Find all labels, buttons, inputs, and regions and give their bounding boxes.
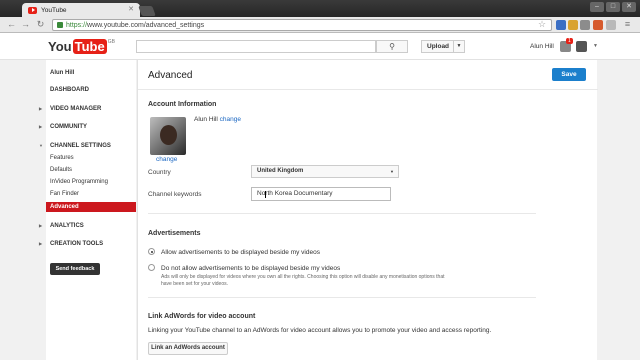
- extension-icon[interactable]: [580, 20, 590, 30]
- sidebar-label: VIDEO MANAGER: [50, 106, 102, 112]
- youtube-header: You Tube GB ⚲ Upload ▼ Alun Hill 1 ▼: [0, 33, 640, 60]
- browser-tab-bar: YouTube ✕ – □ ✕: [0, 0, 640, 17]
- chevron-down-icon: ▼: [390, 169, 394, 174]
- sidebar-subitem-defaults[interactable]: Defaults: [46, 165, 136, 175]
- chevron-down-icon[interactable]: ▼: [453, 41, 464, 52]
- account-chevron-icon[interactable]: ▼: [590, 41, 601, 52]
- sidebar-item-analytics[interactable]: ▶ ANALYTICS: [39, 221, 136, 231]
- channel-avatar: [150, 117, 186, 155]
- sidebar-item-video-manager[interactable]: ▶ VIDEO MANAGER: [39, 104, 136, 114]
- ads-disallow-label[interactable]: Do not allow advertisements to be displa…: [161, 265, 340, 272]
- url-text: www.youtube.com/advanced_settings: [87, 21, 205, 29]
- text-cursor-icon: [265, 191, 267, 198]
- ads-allow-radio[interactable]: [148, 248, 155, 255]
- close-window-icon[interactable]: ✕: [622, 2, 636, 12]
- header-user-name[interactable]: Alun Hill: [530, 43, 554, 50]
- search-input[interactable]: [136, 40, 376, 53]
- expand-arrow-icon: ▶: [39, 124, 43, 129]
- sidebar-item-community[interactable]: ▶ COMMUNITY: [39, 122, 136, 132]
- close-tab-icon[interactable]: ✕: [128, 5, 134, 13]
- logo-tube: Tube: [72, 39, 107, 54]
- extension-icon[interactable]: [556, 20, 566, 30]
- youtube-logo[interactable]: You Tube GB: [48, 39, 115, 54]
- url-scheme: https://: [66, 21, 88, 29]
- tab-title: YouTube: [41, 6, 67, 14]
- address-toolbar: ← → ↻ https://www.youtube.com/advanced_s…: [0, 17, 640, 33]
- extension-icon[interactable]: [568, 20, 578, 30]
- link-adwords-button[interactable]: Link an AdWords account: [148, 342, 228, 355]
- sidebar-user-name[interactable]: Alun Hill: [46, 68, 136, 78]
- ads-heading: Advertisements: [148, 230, 201, 237]
- country-select[interactable]: United Kingdom ▼: [251, 165, 399, 178]
- divider: [148, 213, 536, 214]
- sidebar-label: CHANNEL SETTINGS: [50, 143, 111, 149]
- sidebar: Alun Hill DASHBOARD ▶ VIDEO MANAGER ▶ COMM…: [39, 60, 136, 360]
- upload-button[interactable]: Upload ▼: [421, 40, 465, 53]
- country-label: Country: [148, 169, 171, 176]
- account-info-heading: Account Information: [148, 101, 217, 108]
- adwords-heading: Link AdWords for video account: [148, 313, 256, 320]
- sidebar-label: COMMUNITY: [50, 124, 87, 130]
- sidebar-item-creation-tools[interactable]: ▶ CREATION TOOLS: [39, 239, 136, 249]
- expand-arrow-icon: ▶: [39, 106, 43, 111]
- sidebar-subitem-invideo[interactable]: InVideo Programming: [46, 177, 136, 187]
- sidebar-item-channel-settings[interactable]: ▼ CHANNEL SETTINGS: [39, 141, 136, 151]
- sidebar-item-dashboard[interactable]: DASHBOARD: [46, 85, 136, 95]
- new-tab-button[interactable]: [138, 6, 156, 16]
- upload-label: Upload: [427, 43, 450, 50]
- adwords-description: Linking your YouTube channel to an AdWor…: [148, 327, 492, 334]
- ads-disallow-radio[interactable]: [148, 264, 155, 271]
- account-name-row: Alun Hill change: [194, 116, 241, 123]
- avatar[interactable]: [576, 41, 587, 52]
- page-title: Advanced: [148, 70, 193, 81]
- back-icon[interactable]: ←: [6, 19, 17, 30]
- change-name-link[interactable]: change: [220, 116, 241, 123]
- youtube-favicon-icon: [28, 6, 37, 14]
- keywords-label: Channel keywords: [148, 191, 202, 198]
- url-bar[interactable]: https://www.youtube.com/advanced_setting…: [52, 19, 552, 31]
- bookmark-star-icon[interactable]: ☆: [538, 19, 546, 30]
- reload-icon[interactable]: ↻: [35, 19, 46, 30]
- maximize-icon[interactable]: □: [606, 2, 620, 12]
- forward-icon[interactable]: →: [20, 19, 31, 30]
- main-panel: Advanced Save Account Information Alun H…: [137, 60, 598, 360]
- sidebar-label: CREATION TOOLS: [50, 241, 104, 247]
- lock-icon: [57, 22, 63, 28]
- logo-you: You: [48, 39, 72, 54]
- search-icon: ⚲: [389, 42, 395, 51]
- expand-arrow-icon: ▶: [39, 241, 43, 246]
- minimize-icon[interactable]: –: [590, 2, 604, 12]
- window-controls: – □ ✕: [590, 2, 636, 12]
- change-avatar-link[interactable]: change: [156, 156, 177, 163]
- save-button[interactable]: Save: [552, 68, 586, 81]
- extension-icon[interactable]: [606, 20, 616, 30]
- send-feedback-button[interactable]: Send feedback: [50, 263, 100, 275]
- collapse-arrow-icon: ▼: [39, 143, 43, 148]
- sidebar-label: ANALYTICS: [50, 223, 84, 229]
- sidebar-subitem-advanced[interactable]: Advanced: [46, 202, 136, 212]
- ads-allow-label[interactable]: Allow advertisements to be displayed bes…: [161, 249, 320, 256]
- ads-note: Ads will only be displayed for videos wh…: [161, 274, 445, 287]
- extension-icon[interactable]: [593, 20, 603, 30]
- divider: [138, 89, 598, 90]
- sidebar-subitem-features[interactable]: Features: [46, 153, 136, 163]
- account-name: Alun Hill: [194, 116, 218, 123]
- sidebar-subitem-fan-finder[interactable]: Fan Finder: [46, 189, 136, 199]
- country-value: United Kingdom: [257, 168, 304, 174]
- divider: [148, 297, 536, 298]
- search-button[interactable]: ⚲: [376, 40, 408, 53]
- browser-tab[interactable]: YouTube ✕: [22, 3, 140, 17]
- logo-region: GB: [107, 39, 115, 45]
- expand-arrow-icon: ▶: [39, 223, 43, 228]
- menu-icon[interactable]: ≡: [622, 19, 633, 30]
- notification-badge: 1: [566, 38, 573, 44]
- channel-keywords-input[interactable]: North Korea Documentary: [251, 187, 391, 201]
